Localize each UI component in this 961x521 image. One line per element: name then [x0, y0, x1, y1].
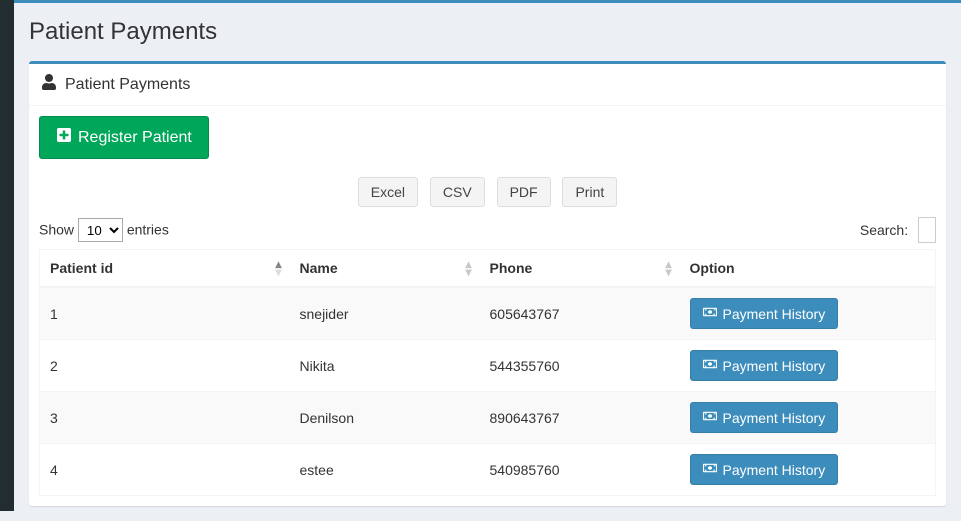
export-buttons: Excel CSV PDF Print — [39, 177, 936, 207]
datatable-controls: Show 10 entries Search: — [39, 217, 936, 243]
content-wrapper: Patient Payments Patient Payments Regist… — [14, 0, 961, 521]
cell-option: Payment History — [680, 287, 936, 340]
money-icon — [703, 461, 717, 478]
cell-name: Denilson — [290, 392, 480, 444]
cell-option: Payment History — [680, 444, 936, 496]
register-patient-label: Register Patient — [78, 129, 192, 147]
content-header: Patient Payments — [14, 3, 961, 46]
sort-icon — [465, 260, 471, 276]
panel: Patient Payments Register Patient Excel … — [29, 61, 946, 506]
register-patient-button[interactable]: Register Patient — [39, 116, 209, 159]
payment-history-button[interactable]: Payment History — [690, 454, 839, 485]
search-input[interactable] — [918, 217, 936, 243]
cell-id: 4 — [40, 444, 290, 496]
cell-phone: 544355760 — [480, 340, 680, 392]
export-print-button[interactable]: Print — [562, 177, 617, 207]
cell-phone: 890643767 — [480, 392, 680, 444]
sort-icon — [665, 260, 671, 276]
cell-option: Payment History — [680, 340, 936, 392]
table-body: 1 snejider 605643767 Payment History — [40, 287, 936, 496]
cell-id: 3 — [40, 392, 290, 444]
cell-name: snejider — [290, 287, 480, 340]
payment-history-button[interactable]: Payment History — [690, 298, 839, 329]
panel-body: Register Patient Excel CSV PDF Print Sho… — [29, 106, 946, 506]
entries-label: entries — [127, 222, 169, 238]
cell-id: 1 — [40, 287, 290, 340]
cell-phone: 605643767 — [480, 287, 680, 340]
page-title: Patient Payments — [29, 18, 946, 46]
col-patient-id[interactable]: Patient id — [40, 250, 290, 288]
panel-title: Patient Payments — [65, 76, 190, 94]
sort-icon — [275, 260, 281, 276]
patients-table: Patient id Name Phone — [39, 249, 936, 496]
cell-id: 2 — [40, 340, 290, 392]
table-row: 3 Denilson 890643767 Payment History — [40, 392, 936, 444]
col-phone[interactable]: Phone — [480, 250, 680, 288]
export-csv-button[interactable]: CSV — [430, 177, 485, 207]
cell-name: Nikita — [290, 340, 480, 392]
cell-phone: 540985760 — [480, 444, 680, 496]
export-pdf-button[interactable]: PDF — [497, 177, 551, 207]
search-control: Search: — [860, 217, 936, 243]
content: Patient Payments Register Patient Excel … — [14, 46, 961, 521]
table-header-row: Patient id Name Phone — [40, 250, 936, 288]
export-excel-button[interactable]: Excel — [358, 177, 418, 207]
money-icon — [703, 409, 717, 426]
user-icon — [41, 74, 57, 95]
table-row: 2 Nikita 544355760 Payment History — [40, 340, 936, 392]
panel-header: Patient Payments — [29, 64, 946, 106]
money-icon — [703, 305, 717, 322]
col-option: Option — [680, 250, 936, 288]
left-nav-strip — [0, 0, 14, 511]
col-name[interactable]: Name — [290, 250, 480, 288]
table-row: 1 snejider 605643767 Payment History — [40, 287, 936, 340]
cell-option: Payment History — [680, 392, 936, 444]
length-control: Show 10 entries — [39, 218, 169, 242]
show-label: Show — [39, 222, 74, 238]
payment-history-button[interactable]: Payment History — [690, 402, 839, 433]
plus-square-icon — [56, 127, 72, 148]
page-length-select[interactable]: 10 — [78, 218, 123, 242]
cell-name: estee — [290, 444, 480, 496]
payment-history-button[interactable]: Payment History — [690, 350, 839, 381]
money-icon — [703, 357, 717, 374]
table-row: 4 estee 540985760 Payment History — [40, 444, 936, 496]
search-label: Search: — [860, 222, 908, 238]
